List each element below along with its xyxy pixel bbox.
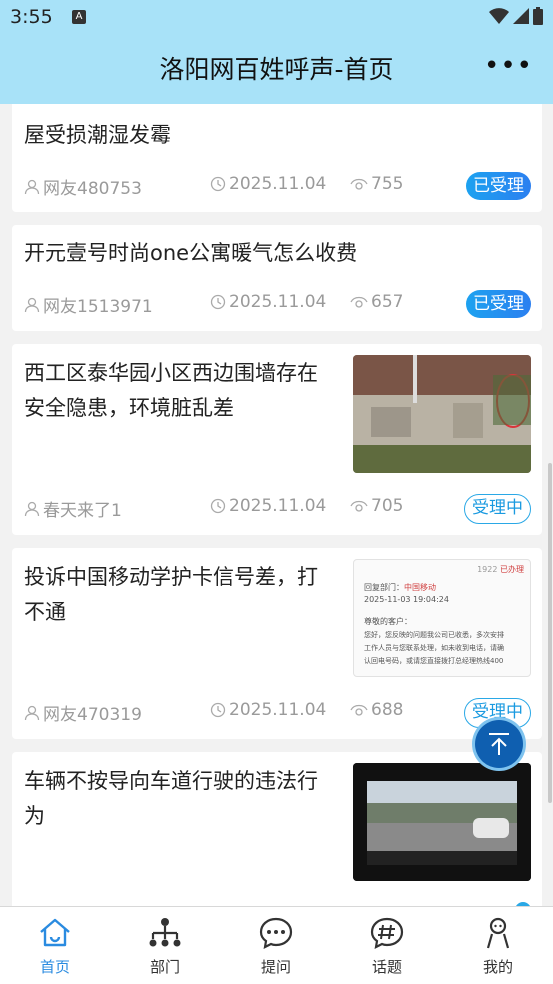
post-title: 为 [24,804,45,828]
eye-icon [350,704,368,716]
thumb-views: 1922 [477,565,498,574]
clock-icon [210,702,226,718]
post-date: 2025.11.04 [210,174,326,194]
post-title: 开元壹号时尚one公寓暖气怎么收费 [24,241,358,265]
post-title: 屋受损潮湿发霉 [24,123,171,147]
eye-icon [350,178,368,190]
thumb-body: 工作人员与您联系处理，如未收到电话，请确 [364,644,504,652]
status-badge: 受理中 [464,494,531,524]
post-date: 2025.11.04 [210,700,326,720]
post-author: 春天来了1 [24,496,122,521]
tab-label: 我的 [482,958,513,976]
thumb-body: 认回电号码，或请您直接拨打总经理热线400 [364,657,504,665]
tab-label: 首页 [39,958,70,976]
post-author: 网友470319 [24,700,142,725]
post-title: 西工区泰华园小区西边围墙存在 [24,361,318,385]
thumb-body: 您好，您反映的问题我公司已收悉，多次安排 [364,631,504,639]
thumb-done: 已办理 [500,565,524,574]
post-title: 投诉中国移动学护卡信号差，打 [24,565,318,589]
user-icon [486,917,510,949]
post-thumbnail: 1922 已办理 回复部门：中国移动 2025-11-03 19:04:24 尊… [353,559,531,677]
post-card[interactable]: 开元壹号时尚one公寓暖气怎么收费 网友1513971 2025.11.04 6… [12,225,542,331]
tab-ask[interactable]: 提问 [221,907,331,984]
post-title: 车辆不按导向车道行驶的违法行 [24,769,318,793]
clock-icon [210,294,226,310]
thumb-greeting: 尊敬的客户： [364,617,412,626]
bottom-tab-bar: 首页 部门 提问 话题 我的 [0,906,553,984]
post-card[interactable]: 西工区泰华园小区西边围墙存在 安全隐患，环境脏乱差 春天来了1 2025.11.… [12,344,542,535]
eye-icon [350,500,368,512]
arrow-up-icon [489,733,509,755]
tab-department[interactable]: 部门 [110,907,220,984]
status-badge: 已受理 [466,290,531,318]
wifi-icon [489,8,509,24]
tab-home[interactable]: 首页 [0,907,110,984]
page-title: 洛阳网百姓呼声-首页 [159,55,394,84]
post-card[interactable]: 投诉中国移动学护卡信号差，打 不通 1922 已办理 回复部门：中国移动 202… [12,548,542,739]
post-date: 2025.11.04 [210,292,326,312]
org-chart-icon [149,918,181,947]
post-title: 安全隐患，环境脏乱差 [24,396,234,420]
post-meta: 网友1513971 2025.11.04 657 [24,292,530,317]
post-meta: 春天来了1 2025.11.04 705 [24,496,530,521]
thumb-dept: 中国移动 [404,583,436,592]
status-badge: 已受理 [466,172,531,200]
post-author: 网友480753 [24,174,142,199]
post-title: 不通 [24,600,66,624]
post-thumbnail [353,763,531,881]
signal-icon [513,8,529,24]
post-views: 657 [350,292,403,312]
wall-photo [353,355,531,473]
tab-label: 提问 [260,958,291,976]
thumb-time: 2025-11-03 19:04:24 [364,595,449,604]
user-icon [24,179,40,194]
back-to-top-button[interactable] [475,720,523,768]
clock-icon [210,498,226,514]
status-time: 3:55 [10,6,53,28]
chat-bubble-icon [259,917,293,949]
post-card[interactable]: 屋受损潮湿发霉 网友480753 2025.11.04 755 已受理 [12,90,542,212]
thumb-dept-label: 回复部门： [364,583,404,592]
road-photo [353,763,531,881]
post-card[interactable]: 车辆不按导向车道行驶的违法行 为 [12,752,542,906]
more-menu-button[interactable]: ••• [484,53,533,79]
post-meta: 网友470319 2025.11.04 688 [24,700,530,725]
post-date: 2025.11.04 [210,496,326,516]
clock-icon [210,176,226,192]
tab-mine[interactable]: 我的 [443,907,553,984]
post-feed[interactable]: 屋受损潮湿发霉 网友480753 2025.11.04 755 已受理 开元壹号… [0,0,553,906]
post-meta: 网友480753 2025.11.04 755 [24,174,530,199]
notification-icon: A [72,10,86,24]
status-bar: 3:55 A [0,0,553,36]
home-icon [40,918,70,947]
scrollbar[interactable] [548,463,552,803]
status-icons [489,7,543,25]
post-views: 688 [350,700,403,720]
post-thumbnail [353,355,531,473]
battery-icon [533,7,543,25]
topic-hash-icon [370,917,404,949]
user-icon [24,297,40,312]
app-header: 3:55 A 洛阳网百姓呼声-首页 ••• [0,0,553,104]
tab-label: 部门 [149,958,180,976]
user-icon [24,501,40,516]
post-views: 705 [350,496,403,516]
eye-icon [350,296,368,308]
tab-label: 话题 [371,958,402,976]
tab-topic[interactable]: 话题 [332,907,442,984]
user-icon [24,705,40,720]
post-views: 755 [350,174,403,194]
post-author: 网友1513971 [24,292,153,317]
